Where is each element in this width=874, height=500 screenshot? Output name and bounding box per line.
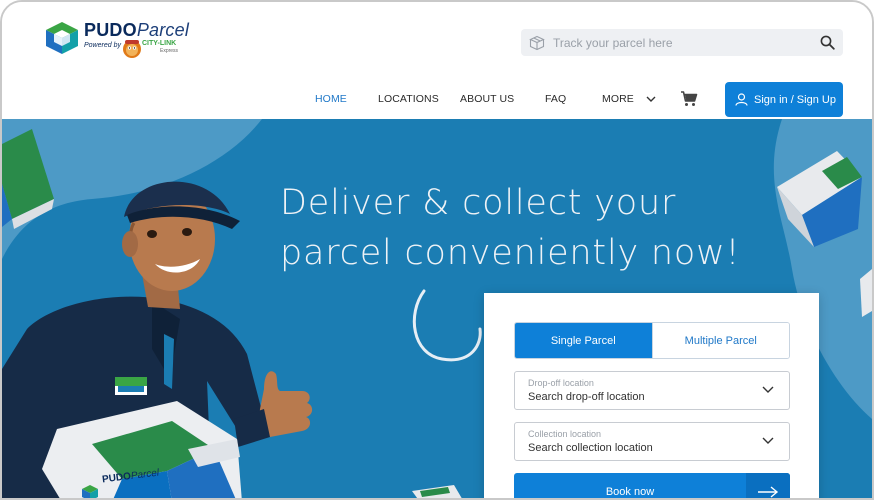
- search-icon[interactable]: [820, 35, 835, 50]
- tab-single-parcel[interactable]: Single Parcel: [515, 323, 652, 358]
- chevron-down-icon: [646, 96, 656, 103]
- dropoff-label: Drop-off location: [528, 378, 594, 388]
- nav-about-us[interactable]: ABOUT US: [460, 93, 514, 105]
- hero-title: Deliver & collect your parcel convenient…: [280, 178, 740, 278]
- book-now-label: Book now: [605, 485, 655, 498]
- mascot-icon: [123, 40, 141, 58]
- tab-multiple-parcel[interactable]: Multiple Parcel: [651, 323, 789, 358]
- nav-locations[interactable]: LOCATIONS: [378, 93, 439, 105]
- dropoff-location-select[interactable]: Drop-off location Search drop-off locati…: [514, 371, 790, 410]
- user-icon: [735, 93, 748, 106]
- signin-button[interactable]: Sign in / Sign Up: [725, 82, 843, 117]
- parcel-box-icon: [529, 35, 545, 50]
- app-frame: PUDOParcel Powered by CITY-LINK Express: [0, 0, 874, 500]
- track-parcel-field[interactable]: [521, 29, 843, 56]
- booking-card: Single Parcel Multiple Parcel Drop-off l…: [484, 293, 819, 498]
- nav-faq[interactable]: FAQ: [545, 93, 566, 105]
- collection-label: Collection location: [528, 429, 602, 439]
- nav-home[interactable]: HOME: [315, 93, 347, 105]
- citylink-text: CITY-LINK: [142, 40, 177, 47]
- hero-title-line2: parcel conveniently now!: [280, 233, 741, 273]
- book-now-button[interactable]: Book now: [514, 473, 790, 498]
- parcel-type-tabs: Single Parcel Multiple Parcel: [514, 322, 790, 359]
- collection-value: Search collection location: [528, 442, 653, 454]
- chevron-down-icon: [762, 386, 774, 393]
- track-parcel-input[interactable]: [553, 35, 803, 50]
- cart-icon[interactable]: [680, 91, 698, 107]
- collection-location-select[interactable]: Collection location Search collection lo…: [514, 422, 790, 461]
- powered-by-text: Powered by: [84, 42, 121, 49]
- arrow-right-icon: [746, 473, 790, 498]
- pudo-logo[interactable]: PUDOParcel Powered by CITY-LINK Express: [44, 20, 194, 64]
- courier-figure: [2, 181, 313, 498]
- express-text: Express: [160, 48, 179, 54]
- site-header: PUDOParcel Powered by CITY-LINK Express: [2, 2, 872, 119]
- pudo-cube-icon: [46, 22, 78, 54]
- dropoff-value: Search drop-off location: [528, 391, 645, 403]
- hero-title-line1: Deliver & collect your: [280, 183, 677, 223]
- chevron-down-icon: [762, 437, 774, 444]
- signin-label: Sign in / Sign Up: [754, 93, 836, 106]
- nav-more-label: MORE: [602, 93, 634, 105]
- nav-more[interactable]: MORE: [602, 93, 657, 105]
